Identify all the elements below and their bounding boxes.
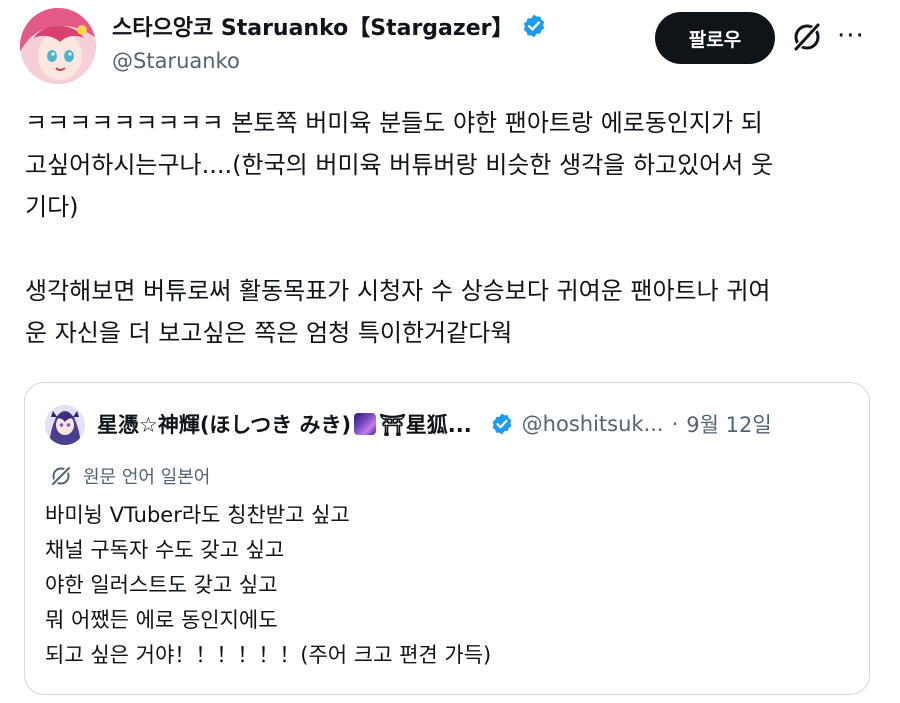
author-name-row[interactable]: 스타으앙코 Staruanko【Stargazer】 <box>112 10 547 42</box>
tweet-line: 생각해보면 버튜로써 활동목표가 시청자 수 상승보다 귀여운 팬아트나 귀여 <box>25 277 771 305</box>
more-options-icon[interactable]: ··· <box>837 18 865 54</box>
quoted-name-suffix[interactable]: ⛩星狐... <box>379 409 472 439</box>
tweet-line: 운 자신을 더 보고싶은 쪽은 엄청 특이한거같다웍 <box>25 319 513 347</box>
quoted-line: 바미뉭 VTuber라도 칭찬받고 싶고 <box>45 503 350 527</box>
quoted-handle[interactable]: @hoshitsuk... <box>522 412 664 436</box>
tweet: 스타으앙코 Staruanko【Stargazer】 @Staruanko 팔로… <box>0 0 900 703</box>
tweet-line: 고싶어하시는구나....(한국의 버미육 버튜버랑 비슷한 생각을 하고있어서 … <box>25 151 774 179</box>
quoted-verified-badge-icon <box>490 412 514 436</box>
verified-badge-icon <box>521 13 547 39</box>
quoted-line: 되고 싶은 거야！！！！！！(주어 크고 편견 가득) <box>45 643 492 667</box>
galaxy-emoji-icon <box>354 413 377 435</box>
translation-note-label: 원문 언어 일본어 <box>83 467 211 488</box>
quoted-line: 채널 구독자 수도 갖고 싶고 <box>45 538 285 562</box>
quoted-display-name[interactable]: 星憑☆神輝(ほしつき みき) <box>97 409 351 439</box>
quoted-date[interactable]: 9월 12일 <box>686 409 771 439</box>
follow-button[interactable]: 팔로우 <box>655 12 775 64</box>
grok-icon[interactable] <box>790 20 824 58</box>
author-avatar[interactable] <box>20 8 96 84</box>
quoted-author-avatar[interactable] <box>45 405 85 445</box>
translation-note: 원문 언어 일본어 <box>49 463 210 489</box>
tweet-text: ㅋㅋㅋㅋㅋㅋㅋㅋㅋ 본토쪽 버미육 분들도 야한 팬아트랑 에로동인지가 되 고… <box>25 102 875 354</box>
quoted-header: 星憑☆神輝(ほしつき みき) ⛩星狐... @hoshitsuk... · 9월… <box>97 409 772 439</box>
author-display-name[interactable]: 스타으앙코 Staruanko【Stargazer】 <box>112 10 513 42</box>
author-handle[interactable]: @Staruanko <box>112 49 240 73</box>
grok-translate-icon <box>50 465 72 487</box>
quoted-line: 야한 일러스트도 갖고 싶고 <box>45 573 278 597</box>
tweet-line: 기다) <box>25 193 79 221</box>
quoted-tweet-card[interactable]: 星憑☆神輝(ほしつき みき) ⛩星狐... @hoshitsuk... · 9월… <box>24 382 870 695</box>
quoted-tweet-text: 바미뉭 VTuber라도 칭찬받고 싶고 채널 구독자 수도 갖고 싶고 야한 … <box>45 498 491 673</box>
tweet-line: ㅋㅋㅋㅋㅋㅋㅋㅋㅋ 본토쪽 버미육 분들도 야한 팬아트랑 에로동인지가 되 <box>25 109 763 137</box>
separator-dot: · <box>671 412 679 436</box>
quoted-line: 뭐 어쨌든 에로 동인지에도 <box>45 608 278 632</box>
